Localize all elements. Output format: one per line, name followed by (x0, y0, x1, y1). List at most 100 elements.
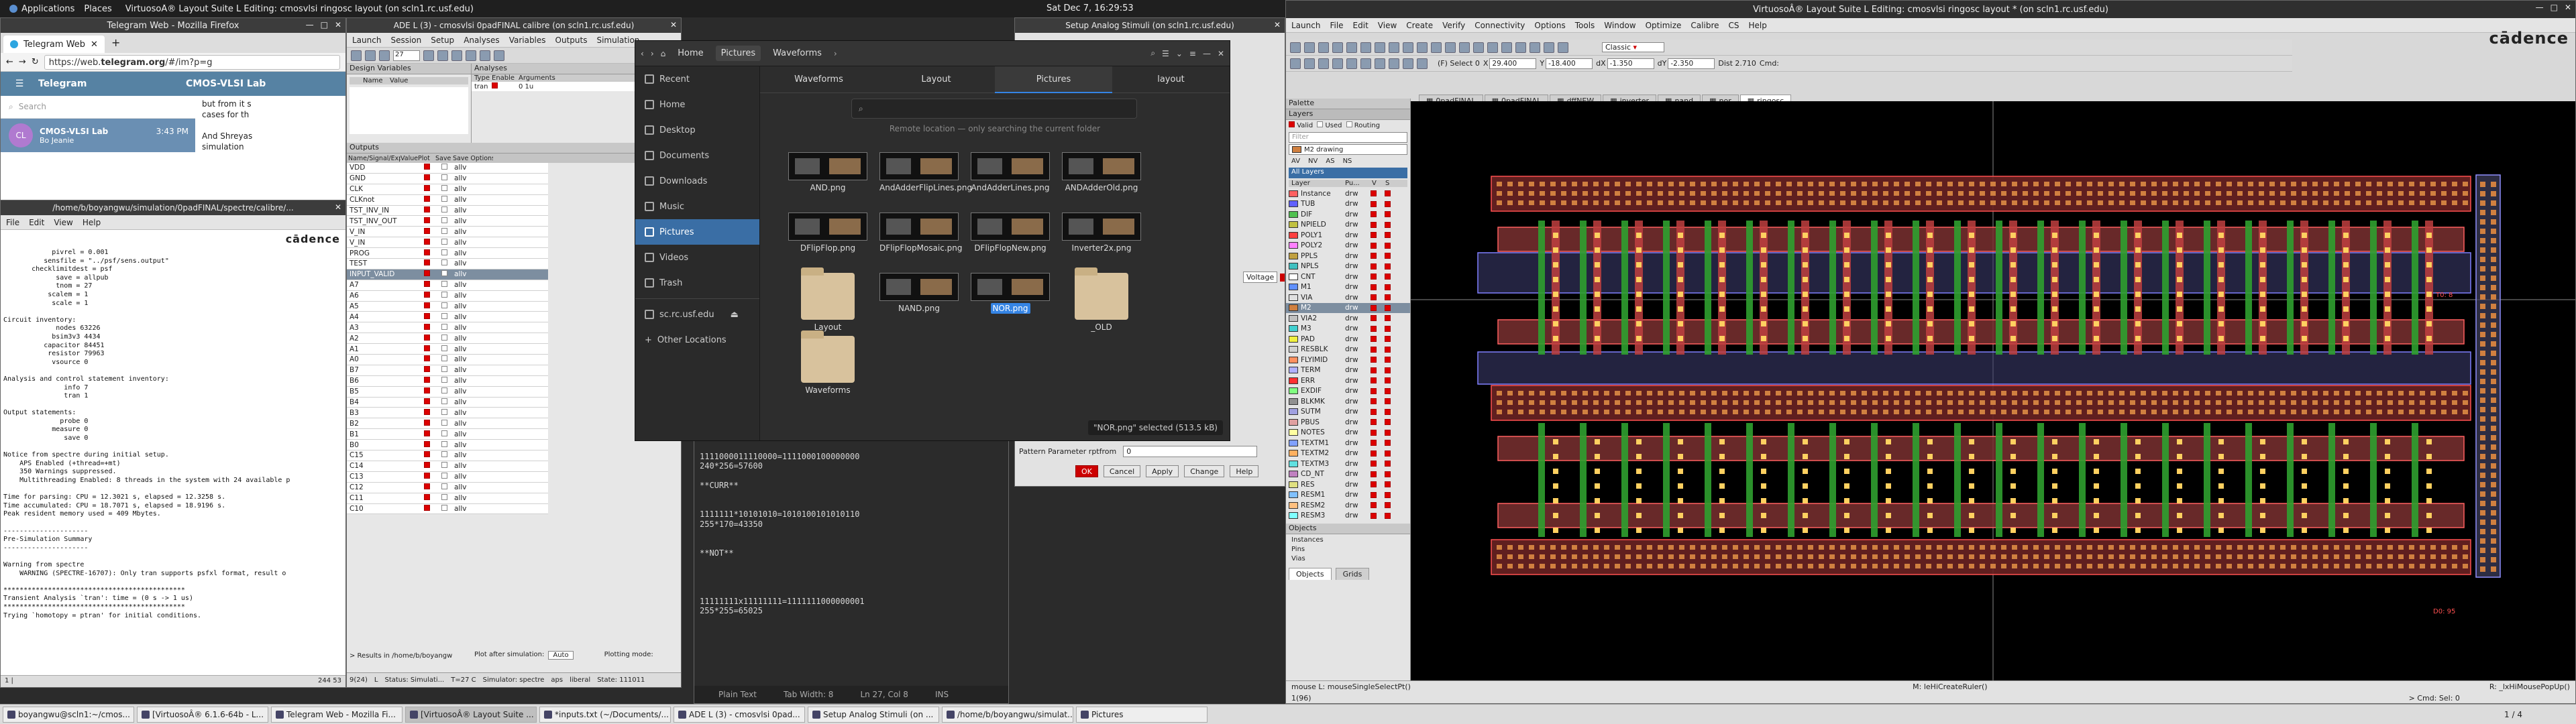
menu-edit[interactable]: Edit (29, 218, 44, 227)
maximize-icon[interactable]: □ (321, 20, 328, 29)
selectable-checkbox[interactable] (1385, 211, 1391, 218)
menu-launch[interactable]: Launch (352, 36, 381, 45)
output-row[interactable]: C14 allv (347, 461, 548, 472)
visible-checkbox[interactable] (1371, 429, 1377, 436)
selectable-checkbox[interactable] (1385, 336, 1391, 343)
output-row[interactable]: B7 allv (347, 365, 548, 376)
layer-row[interactable]: DIF drw (1286, 209, 1410, 220)
hierarchy-icon[interactable] (1389, 58, 1399, 69)
selectable-checkbox[interactable] (1385, 502, 1391, 509)
run-icon[interactable] (437, 50, 448, 61)
save-checkbox[interactable] (441, 355, 447, 362)
layer-row[interactable]: PAD drw (1286, 334, 1410, 345)
layer-row[interactable]: CD_NT drw (1286, 469, 1410, 480)
plot-checkbox[interactable] (423, 174, 430, 181)
selectable-checkbox[interactable] (1385, 461, 1391, 467)
layer-row[interactable]: POLY2 drw (1286, 241, 1410, 251)
plot-checkbox[interactable] (423, 451, 430, 458)
output-row[interactable]: B4 allv (347, 397, 548, 408)
selectable-checkbox[interactable] (1385, 284, 1391, 290)
taskbar-item[interactable]: Setup Analog Stimuli (on ... (808, 706, 939, 723)
zoom-in-icon[interactable] (1360, 42, 1371, 53)
output-row[interactable]: B3 allv (347, 408, 548, 419)
voltage-field[interactable]: Voltage (1243, 272, 1278, 283)
folder-item[interactable]: Layout (788, 267, 867, 332)
menu-setup[interactable]: Setup (431, 36, 454, 45)
selectable-checkbox[interactable] (1385, 450, 1391, 457)
output-row[interactable]: A2 allv (347, 333, 548, 345)
file-search-input[interactable]: ⌕ (851, 99, 1137, 119)
layer-row[interactable]: TEXTM3 drw (1286, 459, 1410, 469)
menu-variables[interactable]: Variables (509, 36, 546, 45)
taskbar-item[interactable]: *inputs.txt (~/Documents/... (539, 706, 671, 723)
layer-row[interactable]: BLKMK drw (1286, 396, 1410, 407)
layer-row[interactable]: TERM drw (1286, 365, 1410, 376)
url-input[interactable]: https://web.telegram.org/#/im?p=g (44, 54, 340, 70)
sidebar-item-downloads[interactable]: Downloads (635, 168, 759, 194)
layer-row[interactable]: RES drw (1286, 479, 1410, 490)
output-row[interactable]: C10 allv (347, 503, 548, 515)
output-row[interactable]: B5 allv (347, 386, 548, 398)
layer-row[interactable]: NPIELD drw (1286, 220, 1410, 231)
plot-checkbox[interactable] (423, 387, 430, 394)
ade-titlebar[interactable]: ADE L (3) - cmosvlsi 0padFINAL calibre (… (347, 18, 681, 33)
menu-edit[interactable]: Edit (1353, 21, 1368, 30)
image-file-item[interactable]: NAND.png (879, 273, 959, 313)
taskbar-item[interactable]: /home/b/boyangwu/simulat... (942, 706, 1073, 723)
plot-checkbox[interactable] (423, 483, 430, 490)
visible-checkbox[interactable] (1371, 408, 1377, 415)
minimize-icon[interactable]: — (2536, 3, 2544, 12)
sidebar-item-recent[interactable]: Recent (635, 66, 759, 92)
layer-filter-input[interactable]: Filter (1289, 132, 1407, 143)
save-checkbox[interactable] (441, 494, 447, 501)
return-icon[interactable] (1417, 58, 1428, 69)
layer-row[interactable]: Instance drw (1286, 188, 1410, 199)
properties-icon[interactable] (1473, 42, 1484, 53)
stretch-icon[interactable] (1445, 42, 1456, 53)
visible-checkbox[interactable] (1371, 377, 1377, 384)
layer-row[interactable]: PBUS drw (1286, 417, 1410, 428)
output-row[interactable]: C11 allv (347, 493, 548, 504)
output-row[interactable]: CLK allv (347, 184, 548, 195)
save-checkbox[interactable] (441, 312, 447, 319)
back-icon[interactable]: ‹ (641, 49, 644, 58)
output-row[interactable]: INPUT_VALID allv (347, 269, 548, 280)
save-checkbox[interactable] (441, 440, 447, 447)
visible-checkbox[interactable] (1371, 263, 1377, 269)
filter-used[interactable]: Used (1317, 121, 1342, 129)
layer-row[interactable]: M2 drw (1286, 302, 1410, 313)
output-row[interactable]: B2 allv (347, 418, 548, 430)
selectable-checkbox[interactable] (1385, 481, 1391, 488)
save-checkbox[interactable] (441, 249, 447, 255)
sidebar-item-pictures[interactable]: Pictures (635, 219, 759, 245)
layer-row[interactable]: TUB drw (1286, 199, 1410, 210)
save-checkbox[interactable] (441, 174, 447, 181)
visible-checkbox[interactable] (1371, 284, 1377, 290)
eject-icon[interactable]: ⏏ (731, 310, 739, 320)
plot-checkbox[interactable] (423, 164, 430, 170)
view-list-icon[interactable]: ☰ (1162, 49, 1169, 58)
layer-row[interactable]: M3 drw (1286, 324, 1410, 335)
tab-layout-2[interactable]: layout (1112, 66, 1230, 93)
menu-help[interactable]: Help (83, 218, 101, 227)
plot-checkbox[interactable] (423, 270, 430, 277)
menu-simulation[interactable]: Simulation (596, 36, 639, 45)
menu-optimize[interactable]: Optimize (1646, 21, 1682, 30)
filter-valid[interactable]: Valid (1289, 121, 1313, 129)
tab-close-icon[interactable]: ✕ (91, 40, 98, 50)
layer-row[interactable]: NOTES drw (1286, 428, 1410, 438)
sidebar-item-home[interactable]: Home (635, 92, 759, 117)
maximize-icon[interactable]: □ (2551, 3, 2558, 12)
save-checkbox[interactable] (441, 387, 447, 394)
layout-titlebar[interactable]: VirtuosoÂ® Layout Suite L Editing: cmosv… (1286, 1, 2575, 18)
visible-checkbox[interactable] (1371, 502, 1377, 509)
visible-checkbox[interactable] (1371, 387, 1377, 394)
chat-item[interactable]: CL CMOS-VLSI Lab 3:43 PM Bo Jeanie (1, 119, 195, 152)
ruler-icon[interactable] (1403, 42, 1413, 53)
layer-row[interactable]: TEXTM2 drw (1286, 448, 1410, 459)
selectable-checkbox[interactable] (1385, 387, 1391, 394)
image-file-item[interactable]: DFlipFlop.png (788, 213, 867, 253)
layer-set-select[interactable]: All Layers (1289, 168, 1407, 178)
save-checkbox[interactable] (441, 483, 447, 490)
display-icon[interactable] (1360, 58, 1371, 69)
